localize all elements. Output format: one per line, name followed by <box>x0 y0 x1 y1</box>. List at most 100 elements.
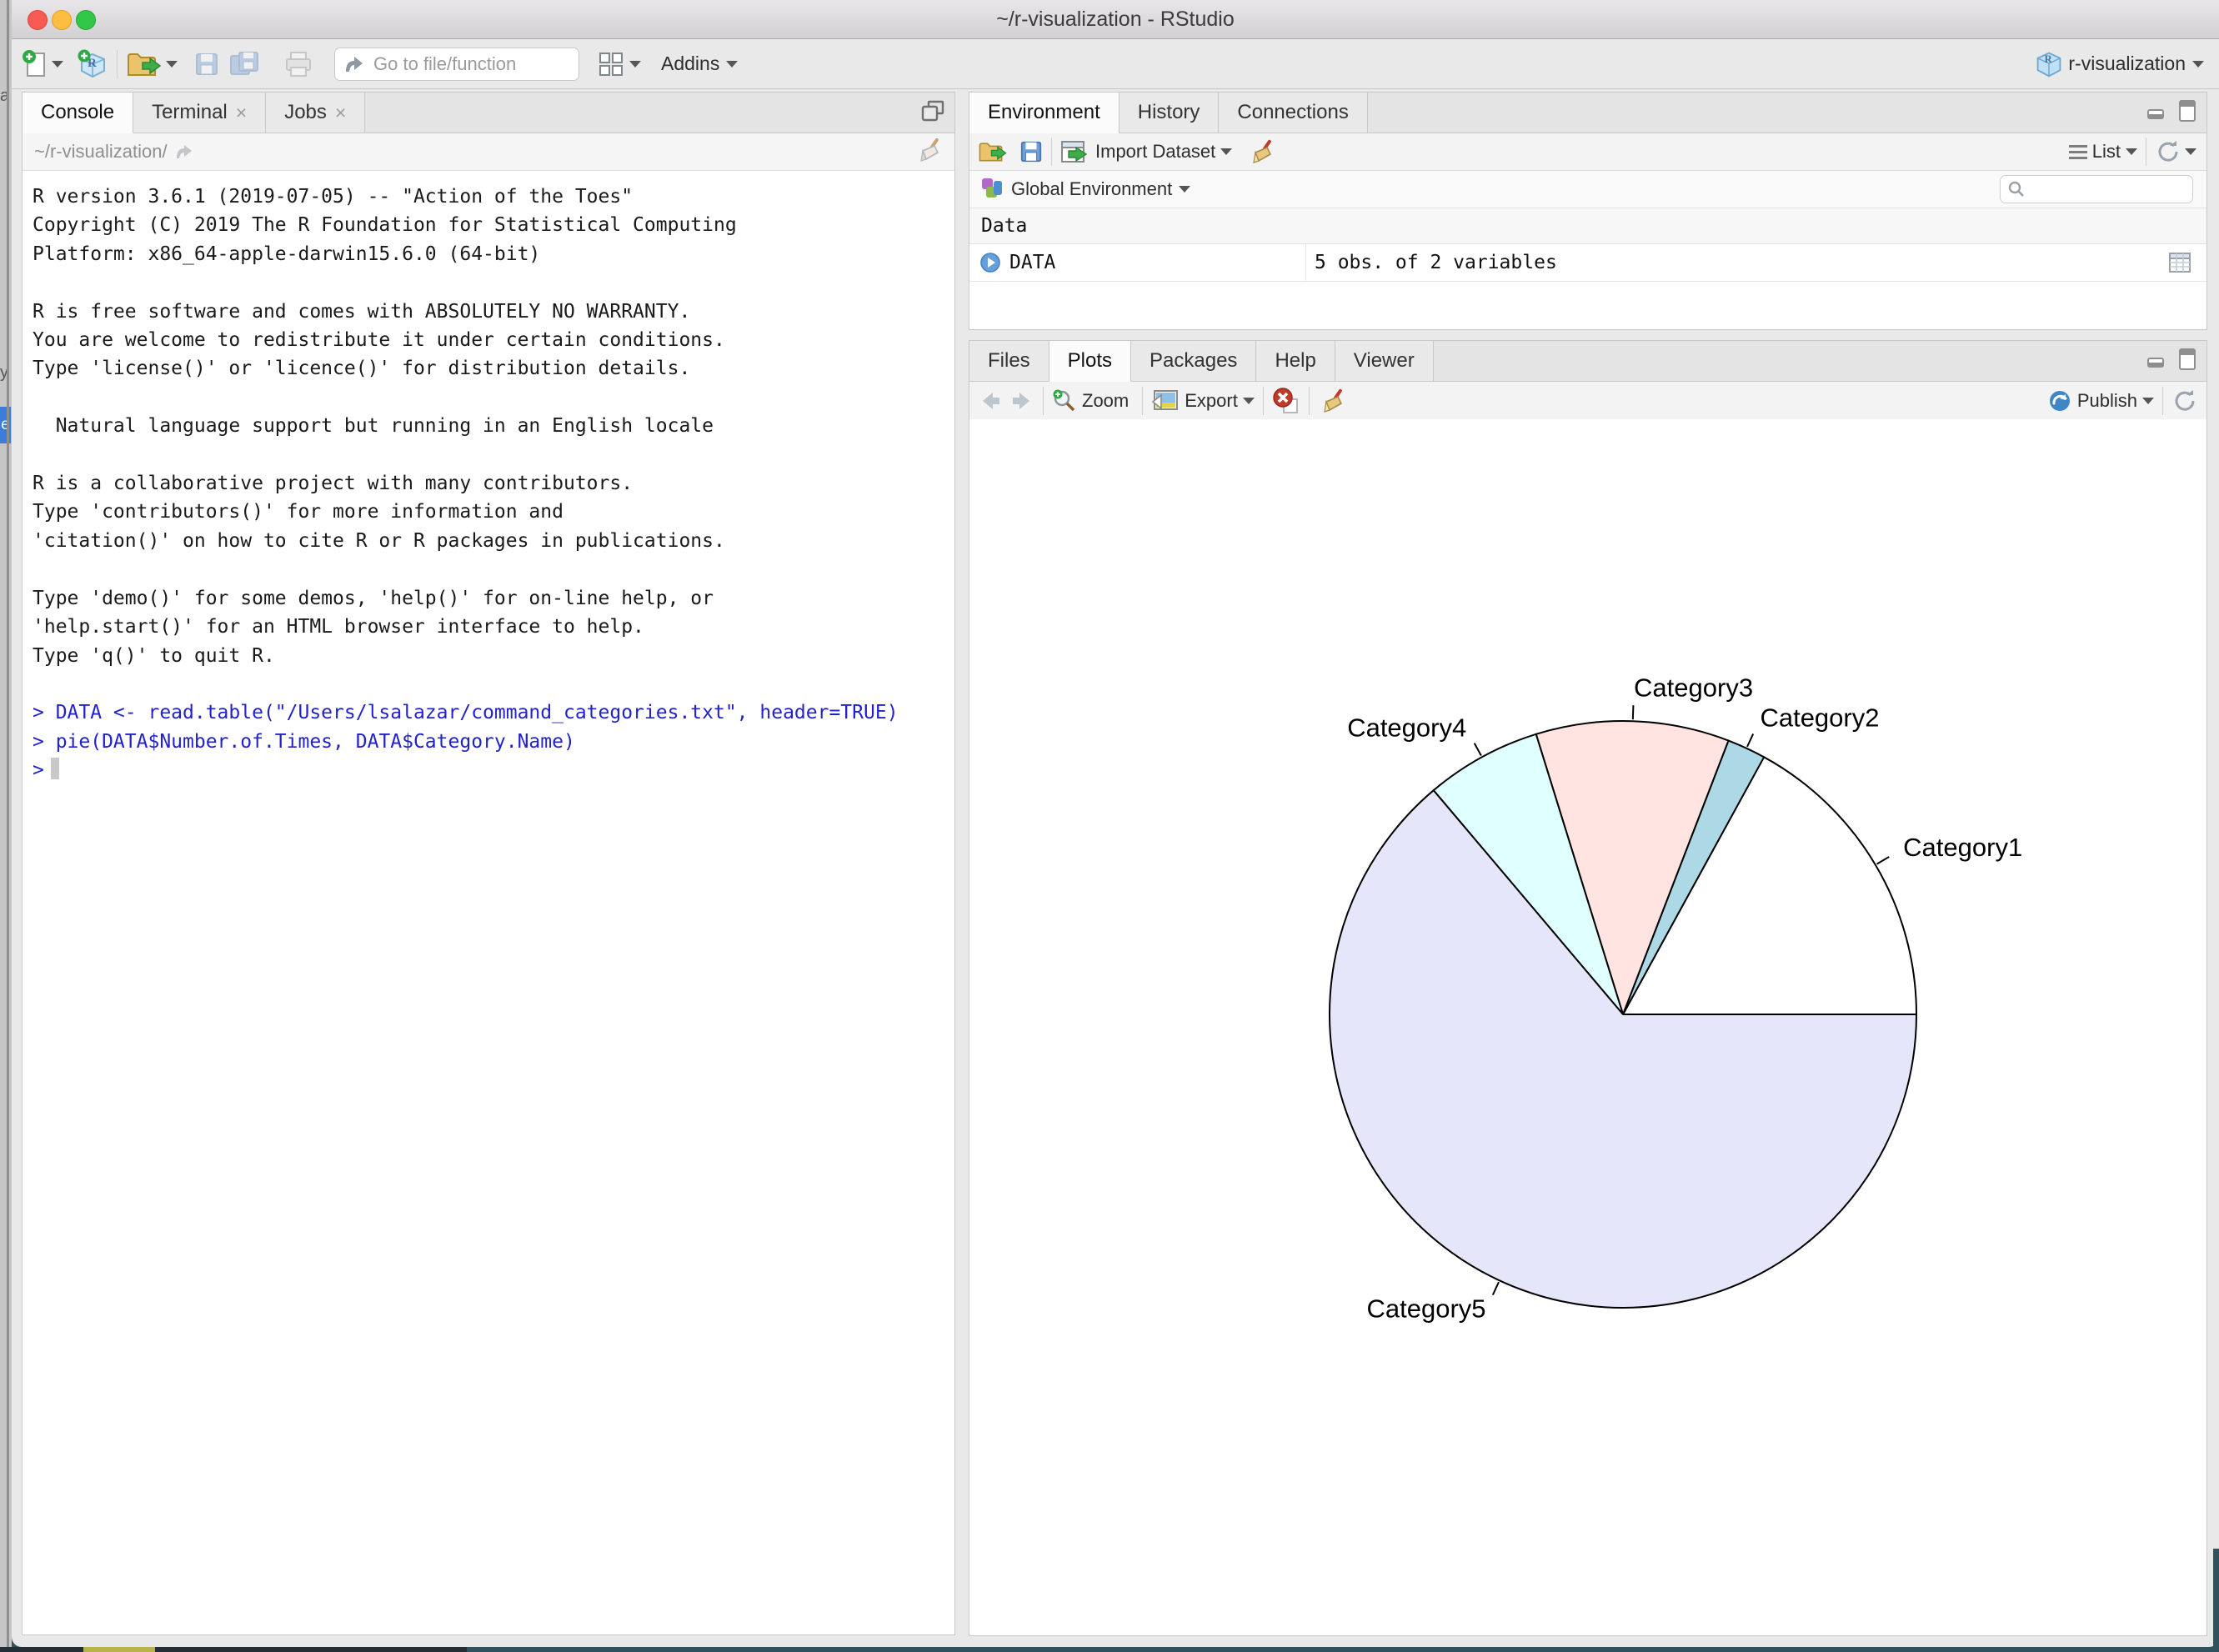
project-menu-button[interactable]: R r-visualization <box>2035 39 2204 88</box>
remove-plot-button[interactable] <box>1272 388 1300 414</box>
publish-icon <box>2047 388 2072 413</box>
save-all-button[interactable] <box>229 51 261 78</box>
toolbar-separator <box>1309 387 1310 415</box>
expand-object-icon[interactable] <box>979 252 1001 273</box>
tab-viewer[interactable]: Viewer <box>1335 341 1434 381</box>
goto-file-box[interactable]: Go to file/function <box>334 48 579 81</box>
object-name: DATA <box>1009 252 1055 273</box>
console-line: > pie(DATA$Number.of.Times, DATA$Categor… <box>33 728 954 756</box>
tab-plots[interactable]: Plots <box>1049 341 1131 382</box>
environment-section-header: Data <box>969 208 2206 244</box>
tab-history[interactable]: History <box>1120 93 1220 133</box>
section-label: Data <box>981 215 1027 237</box>
console-tabbar: Console Terminal× Jobs × <box>23 93 954 133</box>
plots-panel: Files Plots Packages Help Viewer Zoom <box>969 340 2207 1636</box>
zoom-plot-button[interactable]: Zoom <box>1052 388 1134 413</box>
pie-label-category5: Category5 <box>1367 1294 1486 1323</box>
print-button[interactable] <box>284 51 313 78</box>
text-cursor <box>51 758 59 779</box>
environment-scope-row: Global Environment <box>969 171 2206 208</box>
tab-environment[interactable]: Environment <box>969 93 1120 133</box>
chevron-down-icon[interactable] <box>2185 148 2196 155</box>
goto-directory-icon[interactable] <box>174 143 196 161</box>
environment-search-input[interactable] <box>2000 175 2193 203</box>
title-bar[interactable]: ~/r-visualization - RStudio <box>12 0 2219 39</box>
maximize-panel-icon[interactable] <box>2176 348 2198 371</box>
publish-button[interactable]: Publish <box>2047 388 2154 413</box>
panes-dropdown[interactable] <box>629 61 641 68</box>
new-project-button[interactable]: R <box>77 48 108 80</box>
open-folder-icon <box>126 50 163 78</box>
load-workspace-icon[interactable] <box>978 139 1008 164</box>
close-icon[interactable]: × <box>236 102 247 124</box>
print-icon <box>284 51 313 78</box>
tab-label: History <box>1138 101 1200 124</box>
new-file-dropdown[interactable] <box>52 61 63 68</box>
refresh-icon[interactable] <box>2155 139 2180 164</box>
workspace-panes-button[interactable] <box>598 51 624 78</box>
console-output[interactable]: R version 3.6.1 (2019-07-05) -- "Action … <box>23 171 954 1634</box>
background-selected-item-fragment: e <box>0 407 11 443</box>
environment-object-row[interactable]: DATA 5 obs. of 2 variables <box>969 244 2206 282</box>
tab-terminal[interactable]: Terminal× <box>133 93 266 133</box>
restore-panes-icon[interactable] <box>919 99 946 124</box>
tab-connections[interactable]: Connections <box>1219 93 1367 133</box>
next-plot-icon[interactable] <box>1009 389 1034 413</box>
chevron-down-icon <box>1220 148 1232 155</box>
environment-toolbar: Import Dataset List <box>969 133 2206 171</box>
environment-panel: Environment History Connections Import D… <box>969 92 2207 330</box>
project-name: r-visualization <box>2068 53 2186 75</box>
tab-help[interactable]: Help <box>1256 341 1335 381</box>
save-all-icon <box>229 51 261 78</box>
tab-packages[interactable]: Packages <box>1131 341 1256 381</box>
save-button[interactable] <box>194 52 219 77</box>
console-line: Natural language support but running in … <box>33 412 954 440</box>
pie-label-tick <box>1747 733 1753 746</box>
maximize-panel-icon[interactable] <box>2176 99 2198 123</box>
previous-plot-icon[interactable] <box>978 389 1003 413</box>
pie-label-tick <box>1633 705 1634 719</box>
console-line <box>33 383 954 412</box>
main-toolbar: R Go to file/function <box>12 39 2219 89</box>
environment-scope-label[interactable]: Global Environment <box>1011 178 1172 200</box>
list-view-label: List <box>2092 141 2121 163</box>
refresh-plot-icon[interactable] <box>2171 388 2196 413</box>
minimize-panel-icon[interactable] <box>2146 100 2168 122</box>
close-icon[interactable]: × <box>335 102 346 124</box>
tab-label: Jobs <box>284 101 327 124</box>
import-dataset-button[interactable]: Import Dataset <box>1060 139 1232 164</box>
list-view-icon[interactable] <box>2069 142 2087 163</box>
toolbar-separator <box>1142 387 1143 415</box>
chevron-down-icon[interactable] <box>1179 186 1190 193</box>
tab-label: Packages <box>1150 349 1237 373</box>
goto-file-placeholder: Go to file/function <box>373 53 516 75</box>
publish-label: Publish <box>2077 390 2137 412</box>
tab-label: Connections <box>1237 101 1348 124</box>
view-table-icon[interactable] <box>2168 251 2191 274</box>
project-cube-icon: R <box>2035 50 2063 78</box>
open-file-dropdown[interactable] <box>166 61 178 68</box>
toolbar-separator <box>1051 138 1052 166</box>
console-line <box>33 268 954 297</box>
import-dataset-icon <box>1060 139 1090 164</box>
plots-toolbar: Zoom Export Publish <box>969 382 2206 421</box>
open-file-button[interactable] <box>126 50 163 78</box>
desktop: a y e ~/r-visualization - RStudio R <box>0 0 2219 1652</box>
clear-environment-broom-icon[interactable] <box>1247 138 1275 166</box>
environment-tabbar: Environment History Connections <box>969 93 2206 133</box>
export-plot-button[interactable]: Export <box>1151 388 1255 413</box>
addins-button[interactable]: Addins <box>656 53 738 75</box>
minimize-panel-icon[interactable] <box>2146 348 2168 370</box>
pie-label-category1: Category1 <box>1903 833 2022 862</box>
console-line: You are welcome to redistribute it under… <box>33 326 954 354</box>
save-workspace-icon[interactable] <box>1019 140 1043 163</box>
clear-console-broom-icon[interactable] <box>914 136 943 164</box>
clear-all-plots-broom-icon[interactable] <box>1318 387 1346 415</box>
new-file-button[interactable] <box>22 49 48 79</box>
tab-jobs[interactable]: Jobs × <box>266 93 365 133</box>
chevron-down-icon <box>1243 398 1255 404</box>
addins-label: Addins <box>661 53 719 75</box>
tab-console[interactable]: Console <box>23 93 133 133</box>
tab-files[interactable]: Files <box>969 341 1049 381</box>
chevron-down-icon <box>629 61 641 68</box>
